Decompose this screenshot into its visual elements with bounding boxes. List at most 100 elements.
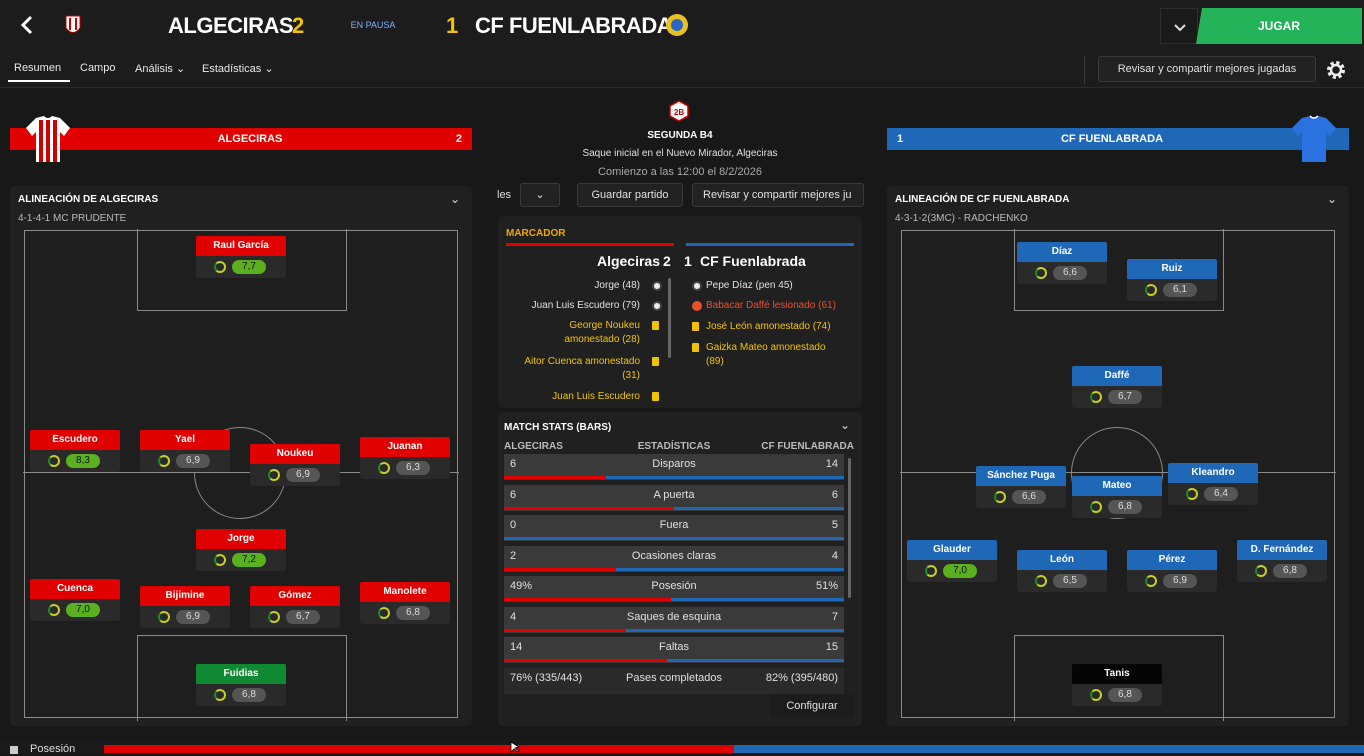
tab-estadisticas[interactable]: Estadísticas ⌄ <box>202 62 274 75</box>
home-player-card[interactable]: Cuenca 7,0 <box>30 579 120 621</box>
player-rating: 6,6 <box>1053 266 1087 280</box>
injury-icon <box>692 301 702 311</box>
player-rating: 6,9 <box>1163 574 1197 588</box>
scoreboard-home-score: 2 <box>663 253 671 269</box>
stat-label: Fuera <box>659 519 689 531</box>
condition-icon <box>214 554 226 566</box>
configure-button[interactable]: Configurar <box>770 694 854 718</box>
away-player-card[interactable]: Daffé 6,7 <box>1072 366 1162 408</box>
collapse-icon[interactable]: ⌄ <box>450 192 460 206</box>
stat-away-value: 51% <box>815 580 838 592</box>
home-player-card[interactable]: Fuidias 6,8 <box>196 664 286 706</box>
away-event-text: Babacar Daffé lesionado (61) <box>706 300 836 311</box>
home-lineup-title: ALINEACIÓN DE ALGECIRAS <box>18 194 159 205</box>
tab-dropdown-button[interactable]: ⌄ <box>520 183 560 207</box>
collapse-icon[interactable]: ⌄ <box>840 418 850 432</box>
player-name: Gómez <box>250 586 340 606</box>
stat-row: 0 Fuera 5 <box>504 515 844 541</box>
home-formation: 4-1-4-1 MC PRUDENTE <box>18 213 127 224</box>
stat-home-bar <box>504 567 617 571</box>
player-rating: 6,4 <box>1204 487 1238 501</box>
stat-row: 76% (335/443) Pases completados 82% (395/4… <box>504 667 844 694</box>
home-player-card[interactable]: Noukeu 6,9 <box>250 444 340 486</box>
tab-campo[interactable]: Campo <box>80 62 115 74</box>
player-name: Yael <box>140 430 230 450</box>
share-highlights-button-2[interactable]: Revisar y compartir mejores ju <box>692 183 864 207</box>
stats-away-header: CF FUENLABRADA <box>761 441 854 452</box>
stat-away-value: 82% (395/480) <box>765 671 838 684</box>
player-rating-box: 6,8 <box>360 602 450 624</box>
yellow-card-icon <box>692 343 699 352</box>
away-player-card[interactable]: D. Fernández 6,8 <box>1237 540 1327 582</box>
player-rating: 6,7 <box>286 610 320 624</box>
goal-ball-icon <box>652 301 662 311</box>
back-icon[interactable] <box>16 12 38 38</box>
fuenlabrada-crest-icon <box>664 12 690 38</box>
away-shirt-icon <box>1290 114 1338 164</box>
save-match-button[interactable]: Guardar partido <box>577 183 683 207</box>
yellow-card-icon <box>652 321 659 330</box>
player-rating-box: 6,8 <box>1072 496 1162 518</box>
away-player-card[interactable]: Díaz 6,6 <box>1017 242 1107 284</box>
collapse-icon[interactable]: ⌄ <box>1327 192 1337 206</box>
tab-estadisticas-label: Estadísticas <box>202 63 262 75</box>
events-scrollbar[interactable] <box>668 278 671 358</box>
player-name: Cuenca <box>30 579 120 599</box>
play-button[interactable]: JUGAR <box>1196 8 1362 44</box>
home-player-card[interactable]: Escudero 8,3 <box>30 430 120 472</box>
footer-bar: Posesión <box>0 738 1364 755</box>
possession-home-bar <box>104 745 734 753</box>
home-player-card[interactable]: Manolete 6,8 <box>360 582 450 624</box>
tab-analisis[interactable]: Análisis ⌄ <box>135 62 185 75</box>
home-player-card[interactable]: Jorge 7,2 <box>196 529 286 571</box>
stat-row: 4 Saques de esquina 7 <box>504 606 844 633</box>
condition-icon <box>268 469 280 481</box>
settings-gear-icon[interactable] <box>1324 58 1348 82</box>
player-rating-box: 6,6 <box>1017 262 1107 284</box>
away-player-card[interactable]: Mateo 6,8 <box>1072 476 1162 518</box>
stat-away-bar <box>504 537 844 540</box>
home-player-card[interactable]: Yael 6,9 <box>140 430 230 472</box>
divider <box>1084 56 1085 84</box>
home-event-text: (31) <box>622 370 640 381</box>
home-player-card[interactable]: Gómez 6,7 <box>250 586 340 628</box>
away-player-card[interactable]: Sánchez Puga 6,6 <box>976 466 1066 508</box>
condition-icon <box>48 455 60 467</box>
home-player-card[interactable]: Bijimine 6,9 <box>140 586 230 628</box>
stats-scrollbar[interactable] <box>848 458 851 598</box>
player-rating-box: 6,7 <box>250 606 340 628</box>
away-player-card[interactable]: Glauder 7,0 <box>907 540 997 582</box>
partial-tab[interactable]: les <box>497 189 511 201</box>
stat-label: Posesión <box>651 580 697 592</box>
away-player-card[interactable]: Pérez 6,9 <box>1127 550 1217 592</box>
condition-icon <box>268 611 280 623</box>
home-player-card[interactable]: Juanan 6,3 <box>360 437 450 479</box>
stat-home-bar <box>504 598 671 601</box>
player-name: Juanan <box>360 437 450 457</box>
share-highlights-button[interactable]: Revisar y compartir mejores jugadas <box>1098 56 1316 82</box>
away-player-card[interactable]: Tanis 6,8 <box>1072 664 1162 706</box>
away-player-card[interactable]: Ruiz 6,1 <box>1127 259 1217 301</box>
home-player-card[interactable]: Raul García 7,7 <box>196 236 286 278</box>
condition-icon <box>1255 565 1267 577</box>
match-stats-title: MATCH STATS (BARS) <box>504 422 612 433</box>
away-player-card[interactable]: León 6,5 <box>1017 550 1107 592</box>
condition-icon <box>214 261 226 273</box>
player-name: Manolete <box>360 582 450 602</box>
match-header: ALGECIRAS 2 EN PAUSA 1 CF FUENLABRADA JU… <box>0 0 1364 52</box>
algeciras-crest-icon <box>64 12 82 38</box>
home-team-name: ALGECIRAS <box>168 13 294 38</box>
away-player-card[interactable]: Kleandro 6,4 <box>1168 463 1258 505</box>
home-banner: ALGECIRAS 2 <box>10 128 472 150</box>
stat-away-value: 5 <box>831 519 838 531</box>
away-event-text: Gaizka Mateo amonestado <box>706 342 826 353</box>
stat-label: Faltas <box>659 641 689 653</box>
away-score: 1 <box>446 13 459 38</box>
tab-resumen[interactable]: Resumen <box>14 62 61 74</box>
stat-home-bar <box>504 506 674 510</box>
match-status: EN PAUSA <box>350 20 396 30</box>
player-rating: 7,0 <box>66 603 100 617</box>
condition-icon <box>1035 267 1047 279</box>
dropdown-button[interactable] <box>1160 8 1198 44</box>
player-name: Fuidias <box>196 664 286 684</box>
